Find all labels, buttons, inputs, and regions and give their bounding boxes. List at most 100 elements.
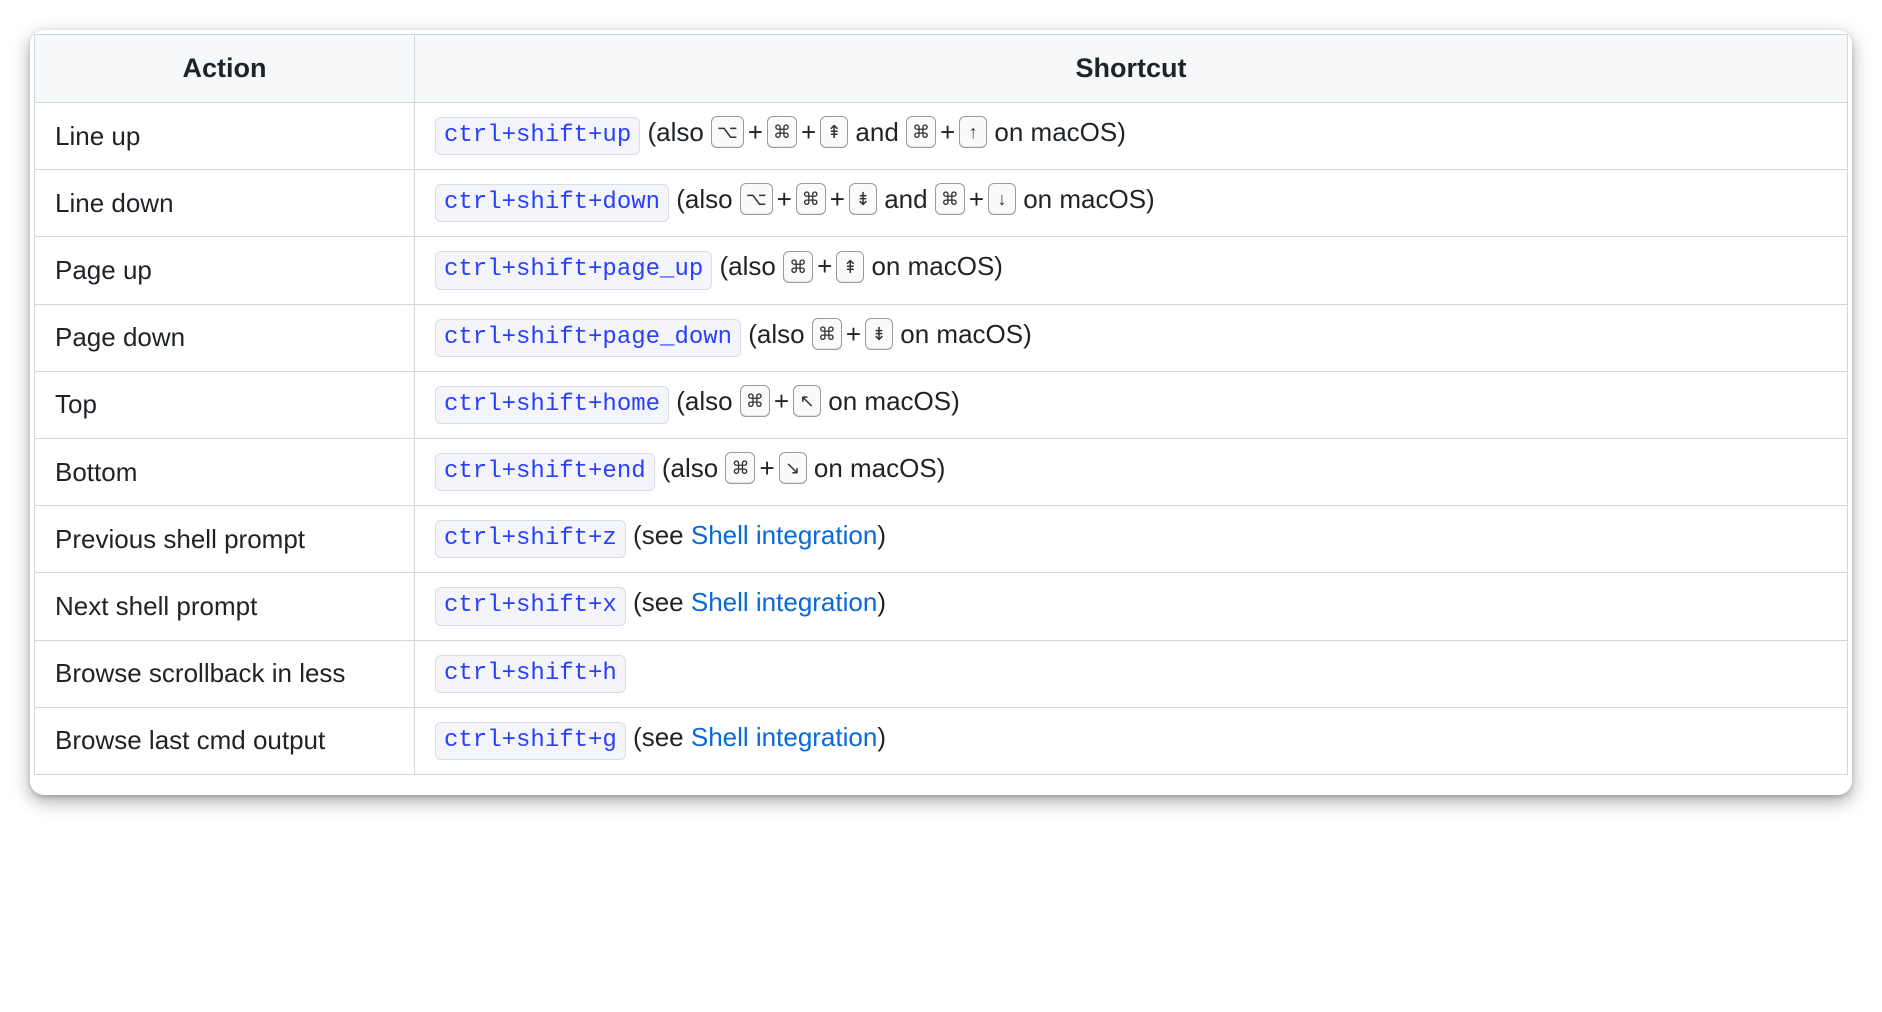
key-plus: + — [842, 319, 865, 349]
shortcut-code: ctrl+shift+end — [435, 453, 655, 491]
command-key-icon: ⌘ — [740, 385, 770, 417]
command-key-icon: ⌘ — [767, 116, 797, 148]
action-cell: Page down — [35, 304, 415, 371]
key-plus: + — [755, 453, 778, 483]
up-key-icon: ↑ — [959, 116, 987, 148]
table-row: Previous shell promptctrl+shift+z (see S… — [35, 506, 1848, 573]
also-open-text: (also — [640, 117, 711, 147]
see-open-text: (see — [626, 520, 691, 550]
action-cell: Line up — [35, 103, 415, 170]
key-plus: + — [744, 117, 767, 147]
table-row: Line upctrl+shift+up (also ⌥+⌘+⇞ and ⌘+↑… — [35, 103, 1848, 170]
table-row: Page upctrl+shift+page_up (also ⌘+⇞ on m… — [35, 237, 1848, 304]
command-key-icon: ⌘ — [906, 116, 936, 148]
see-text: (see Shell integration) — [626, 722, 886, 752]
close-paren-text: ) — [877, 520, 886, 550]
also-open-text: (also — [669, 184, 740, 214]
action-cell: Bottom — [35, 438, 415, 505]
shortcut-cell: ctrl+shift+h — [415, 640, 1848, 707]
mac-alt-text: (also ⌥+⌘+⇞ and ⌘+↑ on macOS) — [640, 117, 1126, 147]
also-open-text: (also — [669, 386, 740, 416]
shortcut-code: ctrl+shift+home — [435, 386, 669, 424]
key-plus: + — [773, 184, 796, 214]
shortcut-table-card: Action Shortcut Line upctrl+shift+up (al… — [30, 30, 1852, 795]
shortcut-code: ctrl+shift+x — [435, 587, 626, 625]
shortcut-code: ctrl+shift+down — [435, 184, 669, 222]
home-key-icon: ↖ — [793, 385, 821, 417]
key-plus: + — [813, 251, 836, 281]
action-cell: Browse last cmd output — [35, 707, 415, 774]
page_up-key-icon: ⇞ — [836, 251, 864, 283]
action-cell: Top — [35, 371, 415, 438]
shortcut-cell: ctrl+shift+down (also ⌥+⌘+⇟ and ⌘+↓ on m… — [415, 170, 1848, 237]
table-row: Line downctrl+shift+down (also ⌥+⌘+⇟ and… — [35, 170, 1848, 237]
on-macos-text: on macOS) — [893, 319, 1032, 349]
also-open-text: (also — [655, 453, 726, 483]
on-macos-text: on macOS) — [1016, 184, 1155, 214]
shell-integration-link[interactable]: Shell integration — [691, 722, 877, 752]
key-plus: + — [965, 184, 988, 214]
down-key-icon: ↓ — [988, 183, 1016, 215]
action-cell: Next shell prompt — [35, 573, 415, 640]
close-paren-text: ) — [877, 587, 886, 617]
also-open-text: (also — [712, 251, 783, 281]
page_down-key-icon: ⇟ — [849, 183, 877, 215]
option-key-icon: ⌥ — [740, 183, 773, 215]
key-plus: + — [797, 117, 820, 147]
and-text: and — [848, 117, 906, 147]
table-row: Browse scrollback in lessctrl+shift+h — [35, 640, 1848, 707]
shortcut-cell: ctrl+shift+end (also ⌘+↘ on macOS) — [415, 438, 1848, 505]
and-text: and — [877, 184, 935, 214]
command-key-icon: ⌘ — [935, 183, 965, 215]
shortcut-cell: ctrl+shift+x (see Shell integration) — [415, 573, 1848, 640]
on-macos-text: on macOS) — [864, 251, 1003, 281]
shortcut-table: Action Shortcut Line upctrl+shift+up (al… — [34, 34, 1848, 775]
shortcut-cell: ctrl+shift+page_down (also ⌘+⇟ on macOS) — [415, 304, 1848, 371]
see-text: (see Shell integration) — [626, 587, 886, 617]
command-key-icon: ⌘ — [725, 452, 755, 484]
close-paren-text: ) — [877, 722, 886, 752]
mac-alt-text: (also ⌘+↖ on macOS) — [669, 386, 960, 416]
shortcut-code: ctrl+shift+page_up — [435, 251, 712, 289]
on-macos-text: on macOS) — [821, 386, 960, 416]
shortcut-cell: ctrl+shift+page_up (also ⌘+⇞ on macOS) — [415, 237, 1848, 304]
shortcut-cell: ctrl+shift+up (also ⌥+⌘+⇞ and ⌘+↑ on mac… — [415, 103, 1848, 170]
action-cell: Previous shell prompt — [35, 506, 415, 573]
end-key-icon: ↘ — [779, 452, 807, 484]
command-key-icon: ⌘ — [812, 318, 842, 350]
shortcut-code: ctrl+shift+up — [435, 117, 640, 155]
shortcut-cell: ctrl+shift+z (see Shell integration) — [415, 506, 1848, 573]
key-plus: + — [826, 184, 849, 214]
table-row: Page downctrl+shift+page_down (also ⌘+⇟ … — [35, 304, 1848, 371]
mac-alt-text: (also ⌘+⇟ on macOS) — [741, 319, 1032, 349]
command-key-icon: ⌘ — [783, 251, 813, 283]
see-open-text: (see — [626, 587, 691, 617]
key-plus: + — [936, 117, 959, 147]
see-open-text: (see — [626, 722, 691, 752]
action-cell: Page up — [35, 237, 415, 304]
shortcut-code: ctrl+shift+page_down — [435, 319, 741, 357]
key-plus: + — [770, 386, 793, 416]
mac-alt-text: (also ⌘+⇞ on macOS) — [712, 251, 1003, 281]
table-row: Browse last cmd outputctrl+shift+g (see … — [35, 707, 1848, 774]
action-cell: Line down — [35, 170, 415, 237]
mac-alt-text: (also ⌥+⌘+⇟ and ⌘+↓ on macOS) — [669, 184, 1155, 214]
page_down-key-icon: ⇟ — [865, 318, 893, 350]
option-key-icon: ⌥ — [711, 116, 744, 148]
action-cell: Browse scrollback in less — [35, 640, 415, 707]
shortcut-code: ctrl+shift+g — [435, 722, 626, 760]
shortcut-cell: ctrl+shift+g (see Shell integration) — [415, 707, 1848, 774]
table-row: Next shell promptctrl+shift+x (see Shell… — [35, 573, 1848, 640]
mac-alt-text: (also ⌘+↘ on macOS) — [655, 453, 946, 483]
header-shortcut: Shortcut — [415, 35, 1848, 103]
see-text: (see Shell integration) — [626, 520, 886, 550]
on-macos-text: on macOS) — [807, 453, 946, 483]
shortcut-cell: ctrl+shift+home (also ⌘+↖ on macOS) — [415, 371, 1848, 438]
on-macos-text: on macOS) — [987, 117, 1126, 147]
command-key-icon: ⌘ — [796, 183, 826, 215]
table-row: Topctrl+shift+home (also ⌘+↖ on macOS) — [35, 371, 1848, 438]
shortcut-code: ctrl+shift+z — [435, 520, 626, 558]
shell-integration-link[interactable]: Shell integration — [691, 587, 877, 617]
shell-integration-link[interactable]: Shell integration — [691, 520, 877, 550]
page_up-key-icon: ⇞ — [820, 116, 848, 148]
